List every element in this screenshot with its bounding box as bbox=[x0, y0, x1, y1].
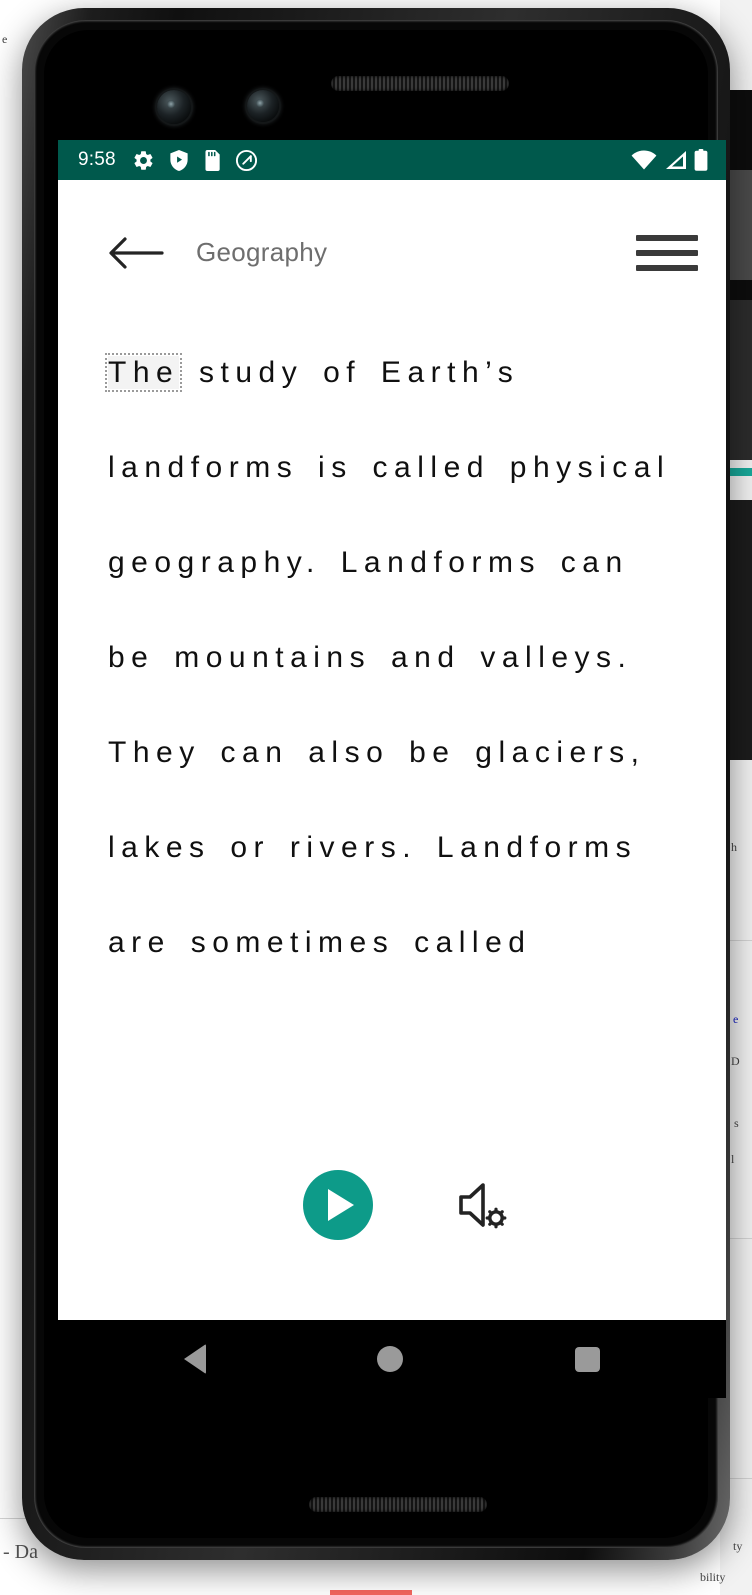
speaker-settings-icon[interactable] bbox=[453, 1176, 511, 1234]
background-gray-block-2 bbox=[728, 300, 752, 460]
proximity-sensor bbox=[519, 92, 542, 121]
speaker-grille bbox=[309, 1497, 487, 1512]
status-bar: 9:58 bbox=[58, 140, 726, 180]
nav-recents-icon[interactable] bbox=[575, 1346, 601, 1372]
cellular-signal-icon bbox=[666, 151, 686, 169]
play-button[interactable] bbox=[303, 1170, 373, 1240]
phone-inner-frame: 9:58 Geography The study of Earth’s land… bbox=[34, 20, 726, 1548]
camera-icon bbox=[247, 90, 279, 122]
wifi-icon bbox=[631, 150, 657, 170]
background-text: ty bbox=[733, 1539, 743, 1553]
background-red-bar bbox=[330, 1590, 412, 1595]
background-gray-block bbox=[728, 170, 752, 280]
play-triangle-icon bbox=[328, 1189, 354, 1221]
nav-back-icon[interactable] bbox=[183, 1344, 206, 1374]
menu-line bbox=[636, 234, 698, 241]
phone-device-frame: 9:58 Geography The study of Earth’s land… bbox=[22, 8, 730, 1560]
reader-remaining-text: study of Earth’s landforms is called phy… bbox=[108, 356, 690, 959]
background-text: s bbox=[734, 1116, 739, 1130]
app-bar: Geography bbox=[58, 180, 726, 325]
phone-screen: 9:58 Geography The study of Earth’s land… bbox=[58, 140, 726, 1398]
background-teal-rule bbox=[728, 468, 752, 476]
background-text: h bbox=[731, 840, 737, 854]
background-text: bility bbox=[700, 1570, 726, 1584]
hamburger-menu-icon[interactable] bbox=[636, 230, 698, 276]
reader-paragraph: The study of Earth’s landforms is called… bbox=[104, 325, 676, 990]
back-arrow-icon[interactable] bbox=[106, 233, 166, 273]
reader-content[interactable]: The study of Earth’s landforms is called… bbox=[58, 325, 726, 1120]
background-link[interactable]: e bbox=[733, 1012, 738, 1027]
do-not-disturb-icon bbox=[235, 149, 257, 171]
settings-gear-icon bbox=[134, 150, 153, 170]
background-text: D bbox=[731, 1054, 740, 1068]
background-text: l bbox=[731, 1152, 735, 1166]
background-text: - Da bbox=[3, 1541, 38, 1563]
background-dark-block-2 bbox=[728, 500, 752, 760]
battery-icon bbox=[694, 149, 708, 171]
status-bar-clock: 9:58 bbox=[78, 149, 116, 170]
menu-line bbox=[636, 264, 698, 271]
android-nav-bar bbox=[58, 1320, 726, 1398]
speaker-grille bbox=[331, 76, 509, 91]
playback-controls bbox=[58, 1120, 726, 1290]
menu-line bbox=[636, 249, 698, 256]
camera-icon bbox=[157, 90, 191, 124]
phone-bezel: 9:58 Geography The study of Earth’s land… bbox=[44, 30, 726, 1538]
status-bar-left-icons bbox=[132, 149, 258, 172]
nav-home-icon[interactable] bbox=[377, 1346, 404, 1372]
page-title: Geography bbox=[196, 237, 328, 267]
sd-card-icon bbox=[205, 149, 220, 171]
background-text: e bbox=[2, 32, 8, 46]
highlighted-word[interactable]: The bbox=[104, 353, 183, 392]
shield-play-icon bbox=[170, 149, 188, 171]
status-bar-right-icons bbox=[631, 149, 708, 171]
